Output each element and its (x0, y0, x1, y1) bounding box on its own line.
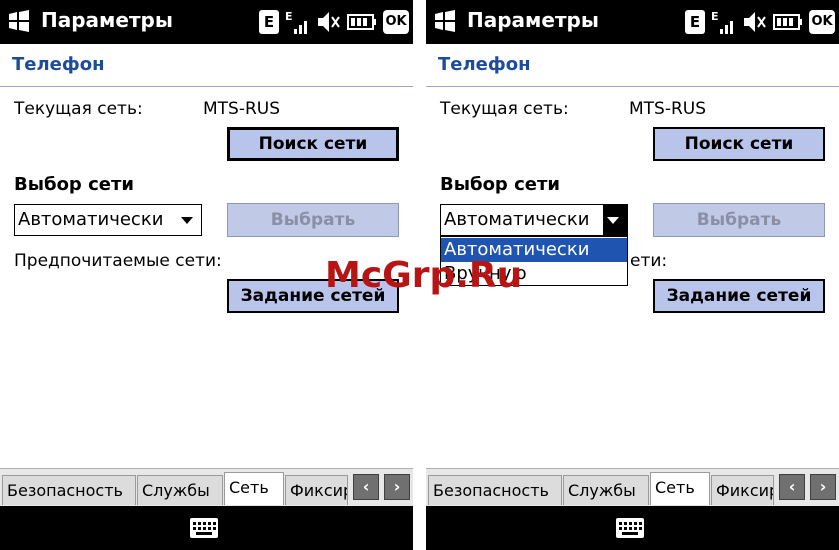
chevron-left-icon[interactable]: ‹ (779, 474, 805, 500)
network-mode-combo[interactable]: Автоматически (14, 204, 202, 236)
preferred-networks-label: ети: (630, 251, 668, 271)
select-button[interactable]: Выбрать (227, 203, 399, 237)
signal-icon: E (285, 10, 307, 34)
network-select-label: Выбор сети (14, 174, 135, 195)
tab-services[interactable]: Службы (137, 475, 223, 505)
soft-key-bar (0, 506, 413, 550)
chevron-down-icon[interactable] (181, 217, 193, 224)
chevron-right-icon[interactable]: › (810, 474, 836, 500)
combo-value: Автоматически (18, 209, 164, 230)
ok-button[interactable]: OK (383, 10, 409, 34)
current-network-label: Текущая сеть: (440, 99, 569, 119)
edge-icon: E (259, 10, 279, 34)
page-header: Телефон (0, 44, 413, 87)
page-header: Телефон (426, 44, 839, 87)
page-title: Телефон (12, 54, 105, 75)
svg-text:E: E (285, 10, 293, 23)
speaker-muted-icon (744, 12, 766, 32)
set-networks-button[interactable]: Задание сетей (653, 279, 825, 313)
tab-strip: Безопасность Службы Сеть Фиксир ‹ › (426, 468, 839, 507)
signal-icon: E (711, 10, 733, 34)
tab-security[interactable]: Безопасность (428, 475, 562, 505)
tab-network[interactable]: Сеть (224, 472, 284, 505)
edge-icon: E (685, 10, 705, 34)
tab-security[interactable]: Безопасность (2, 475, 136, 505)
chevron-down-icon[interactable] (607, 217, 619, 224)
soft-key-bar (426, 506, 839, 550)
tab-fixed-dialing[interactable]: Фиксир (711, 475, 774, 505)
tab-network[interactable]: Сеть (650, 472, 710, 505)
current-network-label: Текущая сеть: (14, 99, 143, 119)
status-area[interactable]: E E OK (259, 8, 409, 36)
battery-icon (773, 14, 802, 30)
chevron-right-icon[interactable]: › (384, 474, 410, 500)
current-network-value: MTS-RUS (629, 99, 707, 119)
network-select-label: Выбор сети (440, 174, 561, 195)
speaker-muted-icon (318, 12, 340, 32)
combo-value: Автоматически (444, 209, 590, 230)
status-area[interactable]: E E OK (685, 8, 835, 36)
select-button[interactable]: Выбрать (653, 203, 825, 237)
keyboard-icon[interactable] (616, 518, 644, 538)
preferred-networks-label: Предпочитаемые сети: (14, 251, 222, 271)
battery-icon (347, 14, 376, 30)
svg-text:E: E (711, 10, 719, 23)
page-title: Телефон (438, 54, 531, 75)
title-bar: Параметры E E OK (0, 0, 413, 44)
network-mode-combo[interactable]: Автоматически (440, 204, 628, 236)
tab-fixed-dialing[interactable]: Фиксир (285, 475, 348, 505)
tab-services[interactable]: Службы (563, 475, 649, 505)
windows-start-icon[interactable] (433, 9, 457, 33)
search-network-button[interactable]: Поиск сети (653, 127, 825, 161)
ok-button[interactable]: OK (809, 10, 835, 34)
windows-start-icon[interactable] (7, 9, 31, 33)
app-title: Параметры (467, 8, 599, 32)
search-network-button[interactable]: Поиск сети (227, 127, 399, 161)
tab-strip: Безопасность Службы Сеть Фиксир ‹ › (0, 468, 413, 507)
current-network-value: MTS-RUS (203, 99, 281, 119)
title-bar: Параметры E E OK (426, 0, 839, 44)
chevron-left-icon[interactable]: ‹ (353, 474, 379, 500)
keyboard-icon[interactable] (190, 518, 218, 538)
app-title: Параметры (41, 8, 173, 32)
watermark-text: McGrp.Ru (325, 255, 523, 296)
